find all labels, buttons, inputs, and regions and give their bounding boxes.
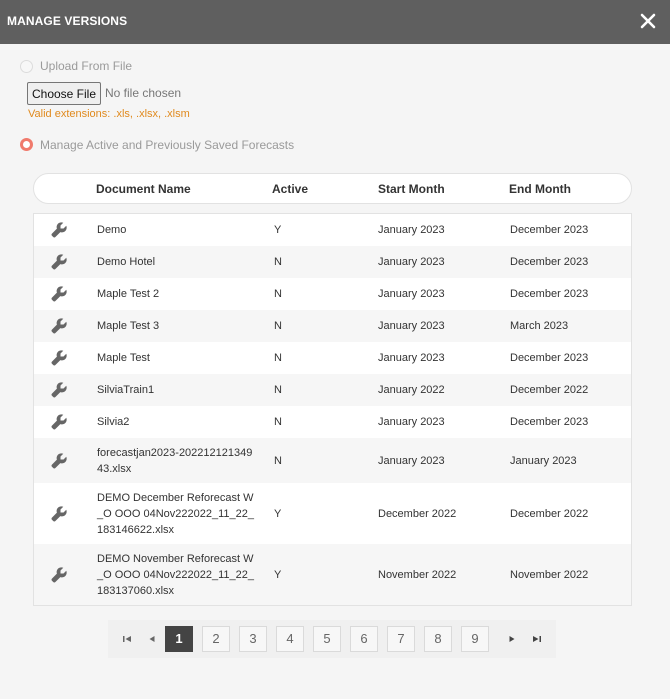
last-page-icon[interactable]: [531, 633, 543, 645]
table-row: Maple Test 2 N January 2023 December 2023: [34, 278, 631, 310]
wrench-icon[interactable]: [50, 349, 68, 367]
upload-from-file-radio[interactable]: [20, 60, 33, 73]
column-header-end-month[interactable]: End Month: [509, 182, 571, 196]
page-button-3[interactable]: 3: [239, 626, 267, 652]
start-month-cell: December 2022: [378, 507, 457, 520]
active-cell: Y: [274, 568, 282, 581]
page-button-1[interactable]: 1: [165, 626, 193, 652]
table-row: Silvia2 N January 2023 December 2023: [34, 406, 631, 438]
dialog-titlebar: MANAGE VERSIONS: [0, 0, 670, 44]
end-month-cell: December 2023: [510, 256, 589, 268]
end-month-cell: December 2023: [510, 416, 589, 428]
start-month-cell: January 2023: [378, 256, 445, 268]
table-row: DEMO November Reforecast W_O OOO 04Nov22…: [34, 544, 631, 605]
wrench-icon[interactable]: [50, 566, 68, 584]
page-button-8[interactable]: 8: [424, 626, 452, 652]
end-month-cell: March 2023: [510, 320, 569, 332]
column-header-document-name[interactable]: Document Name: [96, 182, 191, 196]
end-month-cell: December 2022: [510, 507, 589, 520]
document-name-cell: DEMO November Reforecast W_O OOO 04Nov22…: [97, 552, 254, 597]
document-name-cell: Silvia2: [97, 416, 130, 428]
page-button-2[interactable]: 2: [202, 626, 230, 652]
active-cell: Y: [274, 507, 282, 520]
table-row: Maple Test N January 2023 December 2023: [34, 342, 631, 374]
start-month-cell: January 2023: [378, 352, 445, 364]
wrench-icon[interactable]: [50, 253, 68, 271]
page-button-4[interactable]: 4: [276, 626, 304, 652]
upload-from-file-label: Upload From File: [40, 59, 133, 73]
manage-forecasts-radio[interactable]: [20, 138, 33, 151]
file-status-text: No file chosen: [105, 86, 182, 100]
start-month-cell: January 2023: [378, 416, 445, 428]
end-month-cell: December 2023: [510, 224, 589, 236]
table-row: Demo Hotel N January 2023 December 2023: [34, 246, 631, 278]
choose-file-button[interactable]: Choose File: [27, 82, 101, 105]
active-cell: N: [274, 416, 282, 428]
document-name-cell: Maple Test 2: [97, 288, 160, 300]
start-month-cell: November 2022: [378, 568, 457, 581]
document-name-cell: Maple Test 3: [97, 320, 160, 332]
manage-forecasts-label: Manage Active and Previously Saved Forec…: [40, 138, 295, 152]
page-button-6[interactable]: 6: [350, 626, 378, 652]
end-month-cell: January 2023: [510, 454, 577, 467]
wrench-icon[interactable]: [50, 505, 68, 523]
table-row: forecastjan2023-20221212134943.xlsx N Janu…: [34, 438, 631, 483]
table-row: SilviaTrain1 N January 2022 December 2022: [34, 374, 631, 406]
wrench-icon[interactable]: [50, 413, 68, 431]
page-button-5[interactable]: 5: [313, 626, 341, 652]
wrench-icon[interactable]: [50, 452, 68, 470]
document-name-cell: DEMO December Reforecast W_O OOO 04Nov22…: [97, 491, 254, 536]
start-month-cell: January 2023: [378, 320, 445, 332]
page-button-7[interactable]: 7: [387, 626, 415, 652]
end-month-cell: December 2023: [510, 288, 589, 300]
active-cell: N: [274, 384, 282, 396]
end-month-cell: November 2022: [510, 568, 589, 581]
end-month-cell: December 2023: [510, 352, 589, 364]
active-cell: N: [274, 256, 282, 268]
start-month-cell: January 2023: [378, 288, 445, 300]
wrench-icon[interactable]: [50, 221, 68, 239]
wrench-icon[interactable]: [50, 285, 68, 303]
dialog-title: MANAGE VERSIONS: [7, 14, 128, 28]
wrench-icon[interactable]: [50, 381, 68, 399]
prev-page-icon[interactable]: [146, 633, 158, 645]
first-page-icon[interactable]: [121, 633, 133, 645]
table-row: DEMO December Reforecast W_O OOO 04Nov22…: [34, 483, 631, 544]
column-header-active[interactable]: Active: [272, 182, 308, 196]
document-name-cell: Demo Hotel: [97, 256, 156, 268]
column-header-start-month[interactable]: Start Month: [378, 182, 445, 196]
next-page-icon[interactable]: [506, 633, 518, 645]
start-month-cell: January 2023: [378, 454, 445, 467]
close-icon[interactable]: [638, 11, 658, 31]
pagination: 123456789: [108, 620, 556, 658]
document-name-cell: Maple Test: [97, 352, 150, 364]
page-button-9[interactable]: 9: [461, 626, 489, 652]
end-month-cell: December 2022: [510, 384, 589, 396]
start-month-cell: January 2022: [378, 384, 445, 396]
active-cell: N: [274, 454, 282, 467]
table-row: Maple Test 3 N January 2023 March 2023: [34, 310, 631, 342]
document-name-cell: forecastjan2023-20221212134943.xlsx: [97, 446, 253, 475]
active-cell: N: [274, 288, 282, 300]
active-cell: Y: [274, 224, 282, 236]
start-month-cell: January 2023: [378, 224, 445, 236]
valid-extensions-hint: Valid extensions: .xls, .xlsx, .xlsm: [28, 108, 190, 120]
table-row: Demo Y January 2023 December 2023: [34, 214, 631, 246]
active-cell: N: [274, 352, 282, 364]
wrench-icon[interactable]: [50, 317, 68, 335]
active-cell: N: [274, 320, 282, 332]
document-name-cell: SilviaTrain1: [97, 384, 155, 396]
forecast-table: Demo Y January 2023 December 2023 Demo Hotel…: [33, 213, 632, 606]
document-name-cell: Demo: [97, 224, 127, 236]
